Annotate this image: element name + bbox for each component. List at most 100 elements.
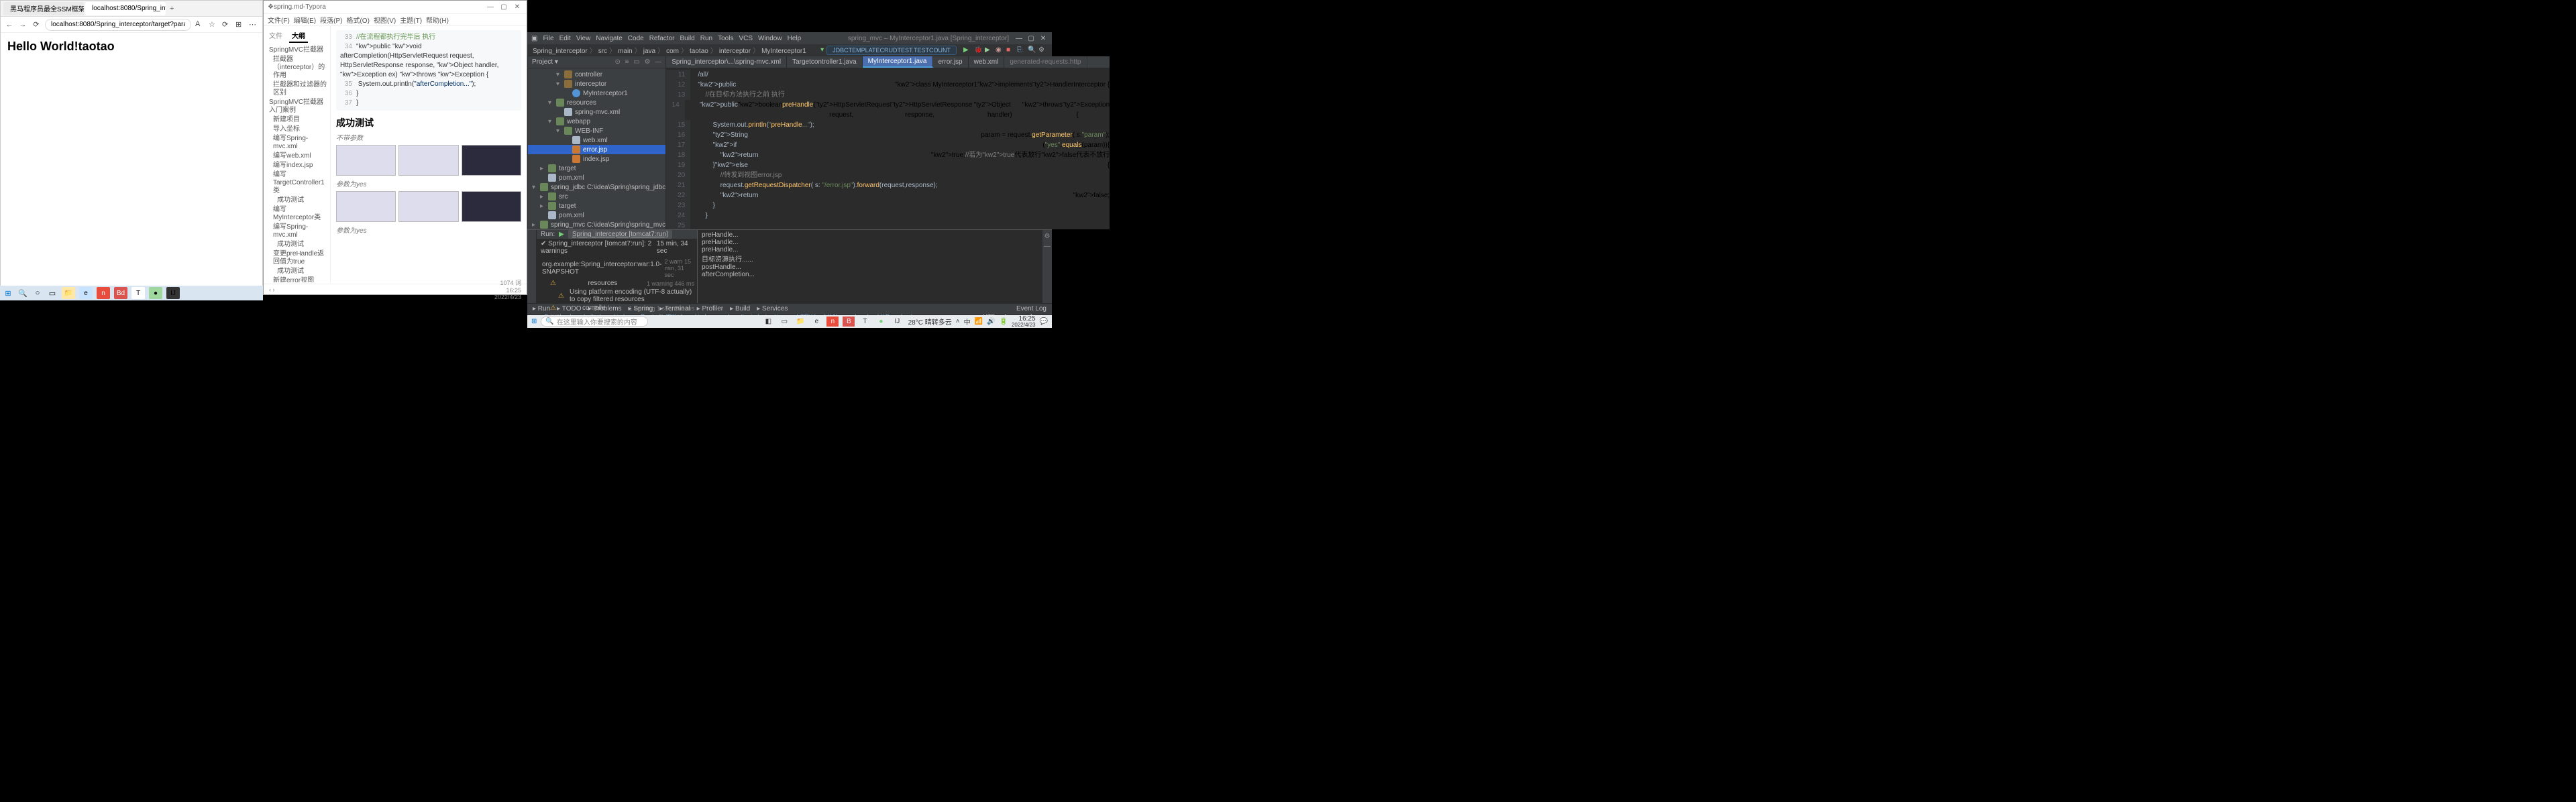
app-icon[interactable]: B	[843, 317, 855, 327]
explorer-icon[interactable]: 📁	[62, 287, 75, 299]
editor-tab[interactable]: Spring_interceptor\...\spring-mvc.xml	[666, 56, 787, 68]
toc-item[interactable]: 编写web.xml	[266, 152, 327, 161]
run-tree-node[interactable]: Using platform encoding (UTF-8 actually)…	[539, 288, 694, 304]
menu-item[interactable]: Code	[628, 35, 644, 42]
tree-node[interactable]: ▾resources	[528, 98, 665, 107]
vcs-icon[interactable]: ⎘	[1017, 46, 1025, 54]
app-icon[interactable]: n	[826, 317, 839, 327]
run-config-dropdown[interactable]: JDBCTEMPLATECRUDTEST.TESTCOUNT	[826, 46, 957, 55]
search-icon[interactable]: 🔍	[17, 288, 28, 298]
edge-icon[interactable]: e	[79, 287, 93, 299]
maximize-icon[interactable]: ▢	[498, 3, 509, 11]
project-label[interactable]: Project	[532, 58, 553, 66]
tree-node[interactable]: error.jsp	[528, 145, 665, 154]
editor-tab[interactable]: MyInterceptor1.java	[863, 56, 933, 68]
address-bar[interactable]	[45, 19, 191, 31]
menu-item[interactable]: Build	[680, 35, 694, 42]
toc-item[interactable]: 成功测试	[266, 196, 327, 205]
explorer-icon[interactable]: 📁	[794, 317, 806, 327]
volume-icon[interactable]: 🔊	[987, 318, 995, 325]
toc-item[interactable]: 编写TargetController1类	[266, 170, 327, 196]
breadcrumb-item[interactable]: MyInterceptor1	[761, 48, 806, 55]
run-hide-icon[interactable]: —	[1044, 243, 1051, 250]
browser-tab-0[interactable]: 黑马程序员最全SSM框架教程|s ×	[3, 2, 84, 15]
close-icon[interactable]: ✕	[512, 3, 523, 11]
toc-item[interactable]: 成功测试	[266, 267, 327, 276]
event-log-tab[interactable]: Event Log	[1016, 305, 1046, 312]
menu-item[interactable]: 主题(T)	[400, 15, 422, 25]
select-open-icon[interactable]: ⊙	[614, 58, 620, 66]
collapse-icon[interactable]: ▭	[633, 58, 639, 66]
toc-item[interactable]: 成功测试	[266, 240, 327, 249]
toc-item[interactable]: 拦截器（interceptor）的作用	[266, 55, 327, 80]
read-aloud-icon[interactable]: A	[195, 20, 205, 30]
run-icon[interactable]: ▶	[559, 231, 564, 238]
edge-icon[interactable]: e	[810, 317, 822, 327]
app-icon-red[interactable]: n	[97, 287, 110, 299]
toc-item[interactable]: 导入坐标	[266, 125, 327, 134]
nav-fwd-icon[interactable]: ›	[273, 286, 275, 293]
menu-item[interactable]: Navigate	[596, 35, 622, 42]
task-view-icon[interactable]: ▭	[47, 288, 58, 298]
menu-item[interactable]: Run	[700, 35, 712, 42]
intellij-icon[interactable]: IJ	[166, 287, 180, 299]
breadcrumb[interactable]: Spring_interceptor〉src〉main〉java〉com〉tao…	[533, 45, 806, 55]
build-icon[interactable]: ▾	[820, 46, 824, 54]
menu-item[interactable]: VCS	[739, 35, 753, 42]
tree-node[interactable]: index.jsp	[528, 154, 665, 164]
sync-icon[interactable]: ⟳	[222, 20, 231, 30]
forward-icon[interactable]: →	[18, 20, 28, 30]
intellij-icon[interactable]: IJ	[891, 317, 903, 327]
toc-item[interactable]: 新建error视图	[266, 276, 327, 282]
toc-item[interactable]: 编写index.jsp	[266, 161, 327, 170]
tree-node[interactable]: ▾WEB-INF	[528, 126, 665, 135]
run-gutter[interactable]	[527, 230, 537, 303]
coverage-icon[interactable]: ▶	[985, 46, 993, 54]
toc-item[interactable]: 编写MyInterceptor类	[266, 205, 327, 223]
bottom-tab[interactable]: ▸ Terminal	[659, 305, 690, 312]
tree-node[interactable]: ▸target	[528, 201, 665, 211]
menu-item[interactable]: 格式(O)	[346, 15, 369, 25]
toc-item[interactable]: 拦截器和过滤器的区别	[266, 80, 327, 98]
ime-icon[interactable]: 中	[964, 317, 971, 327]
menu-item[interactable]: 帮助(H)	[426, 15, 449, 25]
tree-node[interactable]: MyInterceptor1	[528, 89, 665, 98]
run-tree-node[interactable]: org.example:Spring_interceptor:war:1.0-S…	[539, 257, 694, 279]
wifi-icon[interactable]: 📶	[975, 318, 983, 325]
toc-item[interactable]: SpringMVC拦截器入门案例	[266, 98, 327, 115]
menu-item[interactable]: Refactor	[649, 35, 675, 42]
tree-node[interactable]: ▾spring_jdbc C:\idea\Spring\spring_jdbc	[528, 182, 665, 192]
bottom-tab[interactable]: ▸ Run	[533, 305, 550, 312]
run-icon[interactable]: ▶	[963, 46, 971, 54]
favorites-icon[interactable]: ☆	[209, 20, 218, 30]
editor-tab[interactable]: generated-requests.http	[1004, 56, 1087, 68]
toc-item[interactable]: SpringMVC拦截器	[266, 46, 327, 55]
menu-item[interactable]: 视图(V)	[374, 15, 396, 25]
start-icon[interactable]: ⊞	[531, 318, 537, 325]
stop-icon[interactable]: ■	[1006, 46, 1014, 54]
typora-icon[interactable]: T	[131, 287, 145, 299]
menu-item[interactable]: 段落(P)	[320, 15, 342, 25]
breadcrumb-item[interactable]: java	[643, 48, 655, 55]
bottom-tab[interactable]: ▸ Build	[730, 305, 750, 312]
app-icon-green[interactable]: ●	[149, 287, 162, 299]
expand-icon[interactable]: ≡	[625, 58, 629, 66]
taskbar-search[interactable]: 🔍 在这里输入你要搜索的内容	[541, 317, 648, 327]
menu-item[interactable]: Edit	[559, 35, 571, 42]
bottom-tab[interactable]: ▸ Spring	[629, 305, 653, 312]
bottom-tab[interactable]: ▸ Problems	[588, 305, 621, 312]
tree-node[interactable]: ▾webapp	[528, 117, 665, 126]
toc-item[interactable]: 变更preHandle返回值为true	[266, 249, 327, 267]
run-tree-node[interactable]: resources1 warning 446 ms	[539, 279, 694, 288]
battery-icon[interactable]: 🔋	[1000, 318, 1008, 325]
run-console[interactable]: preHandle...preHandle...preHandle...目标资源…	[698, 230, 1042, 303]
menu-item[interactable]: Tools	[718, 35, 733, 42]
menu-item[interactable]: Window	[758, 35, 782, 42]
widgets-icon[interactable]: ▭	[778, 317, 790, 327]
tray-time[interactable]: 16:25	[1012, 316, 1036, 323]
typora-icon[interactable]: T	[859, 317, 871, 327]
menu-item[interactable]: 文件(F)	[268, 15, 290, 25]
cortana-icon[interactable]: ○	[32, 288, 43, 298]
tree-node[interactable]: ▾controller	[528, 70, 665, 79]
tray-chevron-icon[interactable]: ˄	[956, 318, 960, 325]
